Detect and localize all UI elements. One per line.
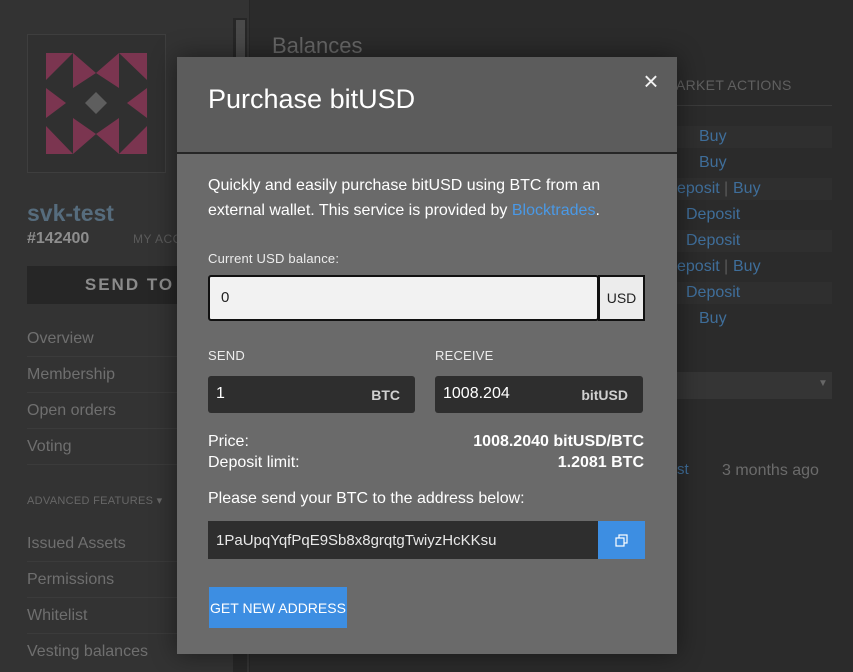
deposit-limit-label: Deposit limit: [208, 454, 300, 471]
deposit-link[interactable]: Deposit [686, 206, 740, 224]
receive-amount-input[interactable]: 1008.204 bitUSD [435, 376, 643, 413]
receive-amount-value: 1008.204 [443, 385, 510, 402]
header-divider [676, 105, 832, 106]
balance-unit: USD [598, 275, 645, 321]
history-time: 3 months ago [722, 462, 819, 479]
price-label: Price: [208, 433, 249, 450]
account-id: #142400 [27, 230, 90, 247]
modal-intro: Quickly and easily purchase bitUSD using… [208, 173, 648, 223]
history-link[interactable]: st [677, 461, 689, 478]
send-currency: BTC [371, 387, 400, 403]
link-separator: | [724, 180, 729, 197]
usd-balance-field[interactable]: 0 [208, 275, 599, 321]
copy-icon [615, 533, 628, 547]
balance-label: Current USD balance: [208, 251, 340, 266]
market-actions-header: ARKET ACTIONS [676, 77, 792, 93]
deposit-link[interactable]: Deposit [686, 284, 740, 302]
deposit-link[interactable]: Deposit [686, 232, 740, 250]
intro-end: . [595, 202, 600, 219]
deposit-limit-value: 1.2081 BTC [557, 454, 644, 471]
address-prompt: Please send your BTC to the address belo… [208, 490, 525, 507]
price-row: Price: 1008.2040 bitUSD/BTC [208, 433, 644, 451]
receive-label: RECEIVE [435, 348, 494, 363]
identicon [46, 53, 147, 154]
modal-title: Purchase bitUSD [208, 84, 416, 114]
receive-currency: bitUSD [581, 387, 628, 403]
buy-link[interactable]: Buy [733, 258, 761, 276]
page-title: Balances [272, 33, 363, 58]
my-account-link[interactable]: MY ACC [133, 232, 182, 246]
get-new-address-button[interactable]: GET NEW ADDRESS [209, 587, 347, 628]
buy-link[interactable]: Buy [733, 180, 761, 198]
send-amount-value: 1 [216, 385, 225, 402]
deposit-link[interactable]: eposit [677, 180, 720, 198]
advanced-features-toggle[interactable]: ADVANCED FEATURES ▾ [27, 494, 163, 507]
sidebar-scroll-thumb[interactable] [236, 20, 245, 60]
link-separator: | [724, 258, 729, 275]
buy-link[interactable]: Buy [699, 310, 727, 328]
account-avatar [27, 34, 166, 173]
buy-link[interactable]: Buy [699, 154, 727, 172]
send-amount-input[interactable]: 1 BTC [208, 376, 415, 413]
chevron-down-icon: ▼ [818, 378, 828, 389]
close-icon[interactable]: × [640, 68, 662, 94]
buy-link[interactable]: Buy [699, 128, 727, 146]
copy-address-button[interactable] [598, 521, 645, 559]
deposit-address-field[interactable]: 1PaUpqYqfPqE9Sb8x8grqtgTwiyzHcKKsu [208, 521, 598, 559]
modal-header: Purchase bitUSD × [177, 57, 677, 154]
deposit-limit-row: Deposit limit: 1.2081 BTC [208, 454, 644, 472]
account-name: svk-test [27, 200, 114, 226]
asset-select[interactable] [676, 372, 832, 399]
deposit-link[interactable]: eposit [677, 258, 720, 276]
send-label: SEND [208, 348, 245, 363]
price-value: 1008.2040 bitUSD/BTC [473, 433, 644, 450]
purchase-modal: Purchase bitUSD × Quickly and easily pur… [177, 57, 677, 654]
blocktrades-link[interactable]: Blocktrades [512, 202, 596, 219]
